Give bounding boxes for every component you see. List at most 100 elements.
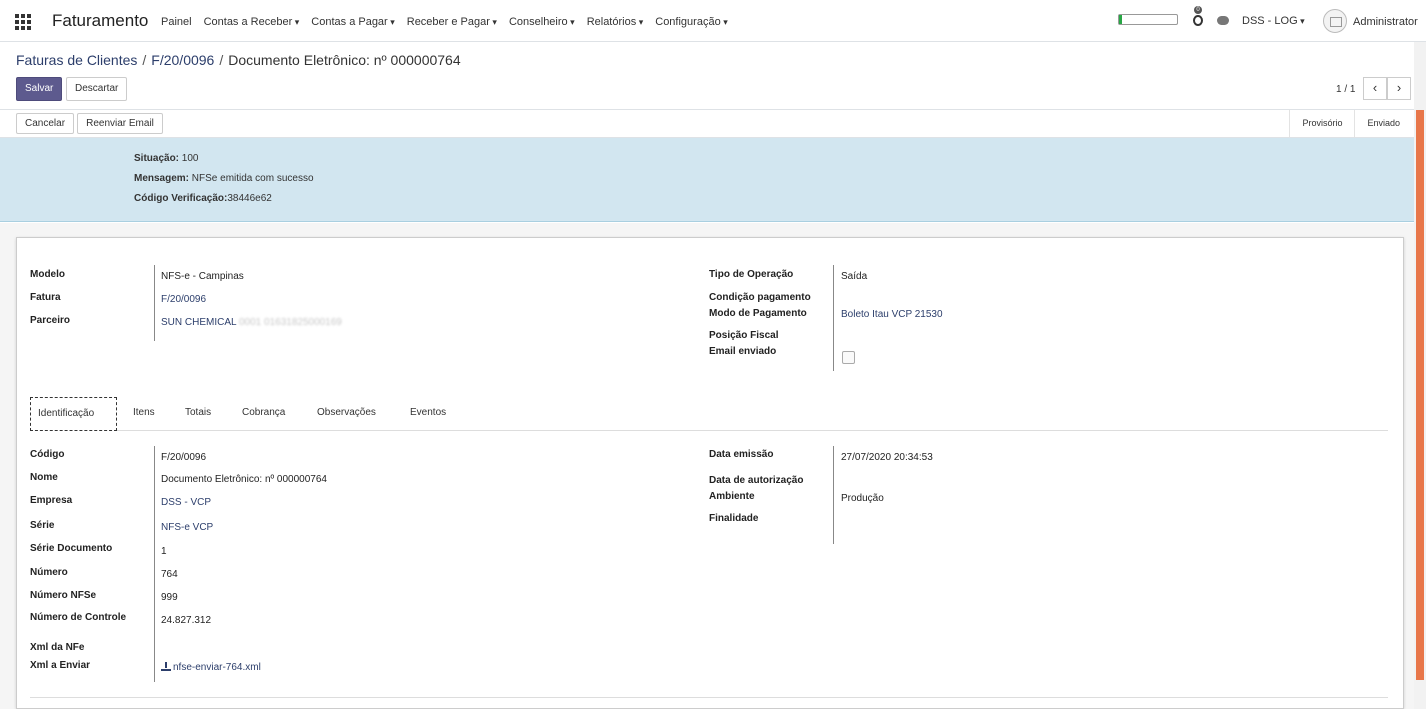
field-label-ambiente: Ambiente bbox=[709, 491, 755, 502]
pager-previous-button[interactable]: ‹ bbox=[1363, 77, 1387, 100]
field-label-data-emissao: Data emissão bbox=[709, 449, 774, 460]
alert-situacao-label: Situação: bbox=[134, 153, 180, 164]
alert-codigo-label: Código Verificação: bbox=[134, 193, 228, 204]
field-label-serie-documento: Série Documento bbox=[30, 543, 113, 554]
save-button[interactable]: Salvar bbox=[16, 77, 62, 101]
field-parceiro-name: SUN CHEMICAL bbox=[161, 317, 237, 328]
tab-cobranca[interactable]: Cobrança bbox=[235, 397, 292, 431]
field-parceiro-link[interactable]: SUN CHEMICAL 0001 01631825000169 bbox=[161, 317, 342, 328]
field-divider bbox=[833, 446, 834, 544]
field-label-empresa: Empresa bbox=[30, 495, 73, 506]
email-enviado-checkbox[interactable] bbox=[842, 351, 855, 364]
field-nome[interactable]: Documento Eletrônico: nº 000000764 bbox=[161, 474, 327, 485]
status-step-enviado[interactable]: Enviado bbox=[1354, 110, 1412, 137]
breadcrumb: Faturas de Clientes / F/20/0096/Documento … bbox=[16, 52, 461, 68]
field-modo-pagamento-link[interactable]: Boleto Itau VCP 21530 bbox=[841, 309, 943, 320]
menu-item-contas-a-pagar[interactable]: Contas a Pagar bbox=[311, 16, 394, 28]
xml-enviar-download-link[interactable]: nfse-enviar-764.xml bbox=[161, 662, 261, 673]
field-label-condicao-pagamento: Condição pagamento bbox=[709, 292, 811, 303]
chat-icon[interactable] bbox=[1217, 16, 1229, 25]
tab-totais[interactable]: Totais bbox=[178, 397, 218, 431]
field-fatura-link[interactable]: F/20/0096 bbox=[161, 294, 206, 305]
scrollbar-thumb[interactable] bbox=[1416, 110, 1424, 680]
app-title[interactable]: Faturamento bbox=[52, 11, 148, 31]
xml-enviar-filename: nfse-enviar-764.xml bbox=[173, 662, 261, 673]
discard-button[interactable]: Descartar bbox=[66, 77, 127, 101]
menu-item-receber-e-pagar[interactable]: Receber e Pagar bbox=[407, 16, 497, 28]
field-divider bbox=[833, 265, 834, 371]
field-label-modelo: Modelo bbox=[30, 269, 65, 280]
status-steps: Provisório Enviado bbox=[1289, 110, 1412, 137]
notebook-tabs: Identificação Itens Totais Cobrança Obse… bbox=[30, 397, 1388, 431]
tab-identificacao[interactable]: Identificação bbox=[30, 397, 117, 431]
nfse-status-alert: Situação: 100 Mensagem: NFSe emitida com… bbox=[0, 138, 1414, 222]
field-label-posicao-fiscal: Posição Fiscal bbox=[709, 330, 779, 341]
download-icon bbox=[161, 662, 171, 671]
company-switcher[interactable]: DSS - LOG bbox=[1242, 15, 1305, 27]
field-serie-link[interactable]: NFS-e VCP bbox=[161, 522, 213, 533]
breadcrumb-separator: / bbox=[142, 52, 147, 68]
field-label-xml-nfe: Xml da NFe bbox=[30, 642, 85, 653]
status-bar: Cancelar Reenviar Email Provisório Envia… bbox=[0, 109, 1414, 138]
field-tipo-operacao[interactable]: Saída bbox=[841, 271, 867, 282]
avatar[interactable] bbox=[1323, 9, 1347, 33]
field-label-email-enviado: Email enviado bbox=[709, 346, 777, 357]
menu-item-relatorios[interactable]: Relatórios bbox=[587, 16, 644, 28]
field-label-xml-enviar: Xml a Enviar bbox=[30, 660, 91, 671]
field-empresa-link[interactable]: DSS - VCP bbox=[161, 497, 211, 508]
tab-eventos[interactable]: Eventos bbox=[403, 397, 453, 431]
tab-itens[interactable]: Itens bbox=[126, 397, 162, 431]
alert-mensagem-label: Mensagem: bbox=[134, 173, 190, 184]
field-divider bbox=[154, 265, 155, 341]
field-divider bbox=[154, 446, 155, 682]
field-label-nome: Nome bbox=[30, 472, 58, 483]
breadcrumb-invoice[interactable]: F/20/0096 bbox=[151, 52, 214, 68]
field-label-finalidade: Finalidade bbox=[709, 513, 759, 524]
field-label-parceiro: Parceiro bbox=[30, 315, 71, 326]
activity-count-badge: 0 bbox=[1194, 6, 1202, 14]
alert-mensagem-value: NFSe emitida com sucesso bbox=[191, 173, 314, 184]
menu-item-painel[interactable]: Painel bbox=[161, 16, 192, 28]
alert-codigo-verificacao: Código Verificação:38446e62 bbox=[134, 193, 272, 204]
field-serie-documento[interactable]: 1 bbox=[161, 546, 167, 557]
field-label-numero: Número bbox=[30, 567, 68, 578]
alert-mensagem: Mensagem: NFSe emitida com sucesso bbox=[134, 173, 314, 184]
field-label-numero-controle: Número de Controle bbox=[30, 612, 127, 623]
progress-bar bbox=[1118, 14, 1178, 25]
resend-email-button[interactable]: Reenviar Email bbox=[77, 113, 163, 134]
vertical-scrollbar[interactable] bbox=[1414, 42, 1426, 709]
breadcrumb-separator: / bbox=[219, 52, 224, 68]
menu-item-configuracao[interactable]: Configuração bbox=[655, 16, 727, 28]
field-modelo[interactable]: NFS-e - Campinas bbox=[161, 271, 244, 282]
field-label-numero-nfse: Número NFSe bbox=[30, 590, 97, 601]
breadcrumb-faturas-clientes[interactable]: Faturas de Clientes bbox=[16, 52, 137, 68]
main-menu: Painel Contas a Receber Contas a Pagar R… bbox=[161, 16, 740, 28]
field-label-serie: Série bbox=[30, 520, 55, 531]
pager-next-button[interactable]: › bbox=[1387, 77, 1411, 100]
top-navbar: Faturamento Painel Contas a Receber Cont… bbox=[0, 0, 1426, 42]
alert-codigo-value: 38446e62 bbox=[227, 193, 272, 204]
alert-situacao: Situação: 100 bbox=[134, 153, 198, 164]
pager-value[interactable]: 1 / 1 bbox=[1336, 84, 1355, 95]
menu-item-conselheiro[interactable]: Conselheiro bbox=[509, 16, 575, 28]
breadcrumb-current: Documento Eletrônico: nº 000000764 bbox=[228, 52, 461, 68]
section-divider bbox=[30, 697, 1388, 698]
field-codigo[interactable]: F/20/0096 bbox=[161, 452, 206, 463]
apps-menu-icon[interactable] bbox=[15, 14, 31, 30]
field-data-emissao[interactable]: 27/07/2020 20:34:53 bbox=[841, 452, 933, 463]
field-ambiente[interactable]: Produção bbox=[841, 493, 884, 504]
tab-observacoes[interactable]: Observações bbox=[310, 397, 383, 431]
cancel-button[interactable]: Cancelar bbox=[16, 113, 74, 134]
field-label-codigo: Código bbox=[30, 449, 65, 460]
field-label-modo-pagamento: Modo de Pagamento bbox=[709, 308, 807, 319]
field-numero-nfse[interactable]: 999 bbox=[161, 592, 178, 603]
alert-situacao-value: 100 bbox=[181, 153, 199, 164]
menu-item-contas-a-receber[interactable]: Contas a Receber bbox=[204, 16, 300, 28]
field-numero-controle[interactable]: 24.827.312 bbox=[161, 615, 211, 626]
status-step-provisorio[interactable]: Provisório bbox=[1289, 110, 1354, 137]
activity-clock-icon[interactable] bbox=[1193, 15, 1203, 26]
field-label-fatura: Fatura bbox=[30, 292, 61, 303]
user-menu[interactable]: Administrator bbox=[1353, 16, 1418, 28]
field-numero[interactable]: 764 bbox=[161, 569, 178, 580]
field-label-tipo-operacao: Tipo de Operação bbox=[709, 269, 794, 280]
